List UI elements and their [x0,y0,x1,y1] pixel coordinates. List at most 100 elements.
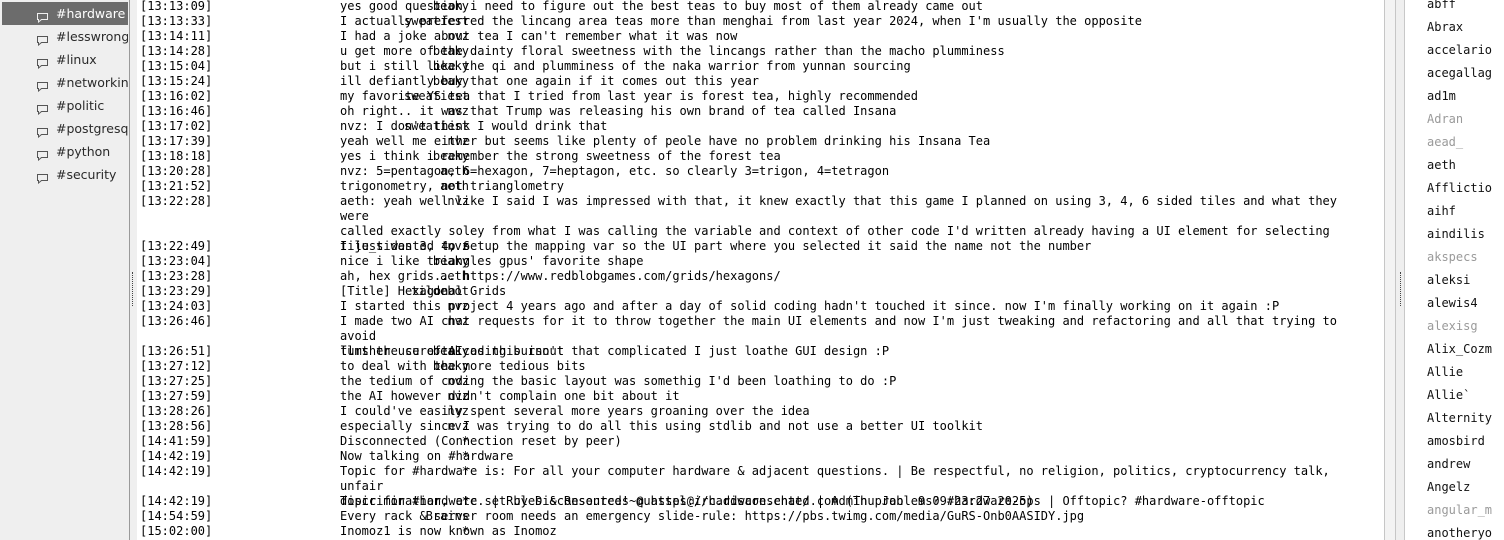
message-timestamp: [13:17:39] [140,134,213,148]
sidebar-channel-politic[interactable]: #politic [2,94,128,117]
nicklist-item[interactable]: Adran [1427,108,1504,131]
chat-message: [13:26:51] beaky llms the cure to coding b… [137,344,1384,359]
message-text: my favorite YS tea that I tried from las… [340,89,918,103]
nicklist-item[interactable]: anotheryo [1427,522,1504,540]
chat-message: [13:27:25] nvz the tedium of coding the ba… [137,374,1384,389]
sidebar-channel-postgresql[interactable]: #postgresql [2,117,128,140]
nicklist-item[interactable]: ad1m [1427,85,1504,108]
message-text: especially since I was trying to do all … [340,419,983,433]
sidebar-channel-hardware[interactable]: #hardware [2,2,128,25]
message-timestamp: [13:18:18] [140,149,213,163]
sidebar-divider[interactable] [129,0,130,540]
nicklist-item[interactable]: aeth [1427,154,1504,177]
message-text: [Title] Hexagonal Grids [340,284,507,298]
message-timestamp: [15:02:00] [140,524,213,538]
sidebar-channel-linux[interactable]: #linux [2,48,128,71]
message-timestamp: [13:28:56] [140,419,213,433]
message-timestamp: [13:13:33] [140,14,213,28]
message-timestamp: [13:28:26] [140,404,213,418]
chat-message: [13:27:12] beaky to deal with the more ted… [137,359,1384,374]
message-timestamp: [13:26:51] [140,344,213,358]
chat-message: [14:42:19] * Topic for #hardware set by Di… [137,494,1384,509]
channel-icon [36,76,49,93]
sidebar-channel-security[interactable]: #security [2,163,128,186]
message-timestamp: [13:21:52] [140,179,213,193]
chat-message: [15:02:00] * Inomoz1 is now known as Inomo… [137,524,1384,539]
message-timestamp: [14:41:59] [140,434,213,448]
nicklist-item[interactable]: andrew [1427,453,1504,476]
message-timestamp: [13:15:24] [140,74,213,88]
sidebar-channel-networking[interactable]: #networking [2,71,128,94]
nicklist-item[interactable]: akspecs [1427,246,1504,269]
sidebar-channel-python[interactable]: #python [2,140,128,163]
nicklist-item[interactable]: angular_m [1427,499,1504,522]
message-text: Inomoz1 is now known as Inomoz [340,524,557,538]
channel-label: #linux [56,52,97,67]
channel-icon [36,53,49,70]
chat-message: [13:28:26] nvz I could've easily spent sev… [137,404,1384,419]
chat-message: [13:22:49] nvz I just wanted to setup the … [137,239,1384,254]
channel-sidebar: #hardware #lesswrong #linux #networking #pol… [0,0,128,540]
message-timestamp: [13:24:03] [140,299,213,313]
message-timestamp: [13:27:12] [140,359,213,373]
sidebar-channel-lesswrong[interactable]: #lesswrong [2,25,128,48]
message-text: ill defiantly buy that one again if it c… [340,74,760,88]
message-text: the AI however didn't complain one bit a… [340,389,680,403]
chat-message: [13:15:24] beaky ill defiantly buy that on… [137,74,1384,89]
nicklist-item[interactable]: Allie` [1427,384,1504,407]
nicklist-item[interactable]: amosbird [1427,430,1504,453]
message-text: to deal with the more tedious bits [340,359,586,373]
chat-message: [13:17:39] nvz yeah well me either but see… [137,134,1384,149]
chat-message: [14:42:19] * Now talking on #hardware [137,449,1384,464]
nicklist-item[interactable]: alewis4 [1427,292,1504,315]
nicklist-item[interactable]: aleksi [1427,269,1504,292]
chat-message: [13:20:28] aeth nvz: 5=pentagon, 6=hexagon… [137,164,1384,179]
nicklist-item[interactable]: aindilis [1427,223,1504,246]
nicklist-item[interactable]: Alternity [1427,407,1504,430]
chat-message: [13:16:46] nvz oh right.. it was that Trum… [137,104,1384,119]
message-timestamp: [14:42:19] [140,449,213,463]
channel-label: #postgresql [56,121,128,136]
nicklist-item[interactable]: Allie [1427,361,1504,384]
nicklist-item[interactable]: abff [1427,0,1504,16]
chat-message: [13:18:18] beaky yes i think i remember th… [137,149,1384,164]
chat-message: [13:17:02] sweatiest nvz: I don't think I … [137,119,1384,134]
sidebar-resize-handle[interactable] [132,272,135,306]
message-timestamp: [13:27:59] [140,389,213,403]
chat-message: [13:27:59] nvz the AI however didn't compl… [137,389,1384,404]
chat-message: [13:16:02] sweatiest my favorite YS tea th… [137,89,1384,104]
nicklist-item[interactable]: aihf [1427,200,1504,223]
message-text: I could've easily spent several more yea… [340,404,810,418]
chat-message: [13:23:28] aeth ah, hex grids... https://w… [137,269,1384,284]
nicklist-item[interactable]: Afflictio [1427,177,1504,200]
message-timestamp: [13:26:46] [140,314,213,328]
nicklist-item[interactable]: Angelz [1427,476,1504,499]
message-timestamp: [13:16:46] [140,104,213,118]
chat-message: [13:23:04] beaky nice i like triangles gpu… [137,254,1384,269]
channel-icon [36,122,49,139]
nicklist-item[interactable]: alexisg [1427,315,1504,338]
chat-message: [13:28:56] nvz especially since I was tryi… [137,419,1384,434]
channel-icon [36,99,49,116]
channel-label: #hardware [56,6,126,21]
nicklist-item[interactable]: aead_ [1427,131,1504,154]
nicklist-item[interactable]: Abrax [1427,16,1504,39]
nicklist-item[interactable]: acegallag [1427,62,1504,85]
message-timestamp: [13:17:02] [140,119,213,133]
channel-icon [36,145,49,162]
nicklist-resize-handle[interactable] [1400,272,1403,306]
chat-message: [13:26:46] nvz I made two AI chat requests… [137,314,1384,358]
nicklist-item[interactable]: Alix_Cozm [1427,338,1504,361]
message-text: trigonometry, not trianglometry [340,179,564,193]
message-text: I started this project 4 years ago and a… [340,299,1280,313]
chat-scrollbar[interactable] [1384,0,1396,540]
message-text: Every rack & server room needs an emerge… [340,509,1085,523]
chat-message: [13:13:09] beaky yes good question i need … [137,0,1384,14]
message-timestamp: [13:14:11] [140,29,213,43]
message-text: yeah well me either but seems like plent… [340,134,991,148]
message-text: the tedium of coding the basic layout wa… [340,374,897,388]
message-text: but i still like the qi and plumminess o… [340,59,911,73]
chat-message: [13:24:03] nvz I started this project 4 ye… [137,299,1384,314]
nicklist-item[interactable]: accelario [1427,39,1504,62]
nick-list: abff Abrax accelario acegallag ad1m Adran aead… [1404,0,1504,540]
